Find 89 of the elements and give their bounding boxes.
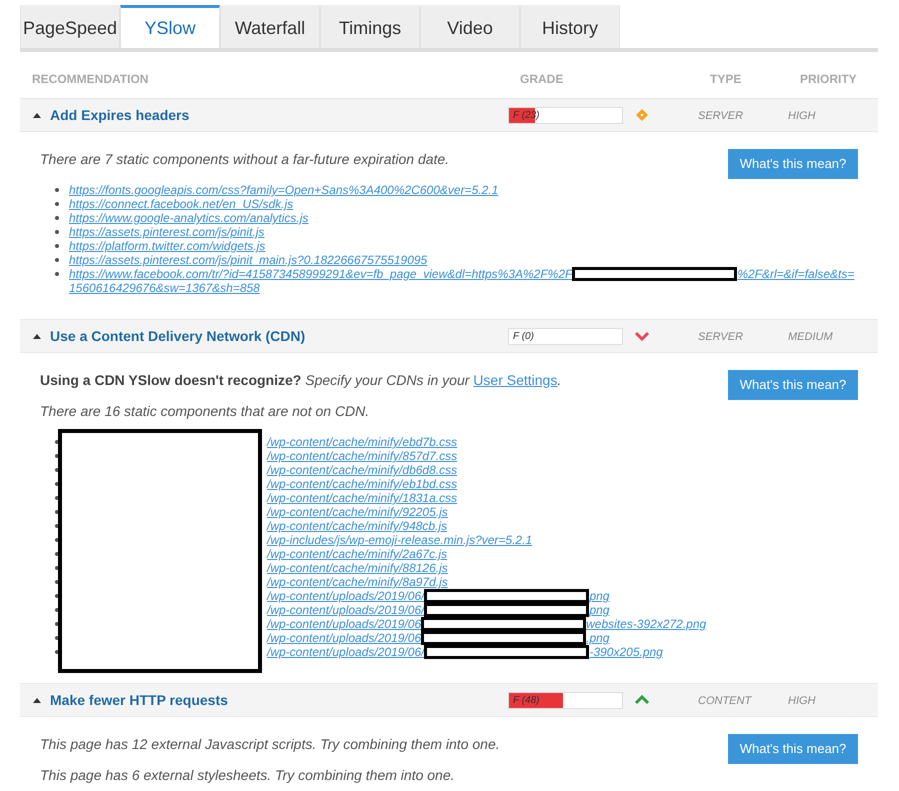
bullet-icon [55,244,59,248]
bullet-icon [55,188,59,192]
bullet-icon [55,622,59,626]
settings-link[interactable]: User Settings [473,372,558,388]
resource-link[interactable]: /wp-content/uploads/2019/06 [267,617,422,631]
resource-link[interactable]: /wp-content/uploads/2019/06/ [267,645,424,659]
priority-label: MEDIUM [788,331,833,343]
resource-link[interactable]: /wp-content/cache/minify/db6d8.css [267,463,458,477]
rule-title[interactable]: Make fewer HTTP requests [50,690,228,710]
column-header: TYPE [710,72,742,86]
bullet-icon [55,552,59,556]
column-header: PRIORITY [800,72,857,86]
resource-link[interactable]: png [589,603,610,617]
bullet-icon [55,202,59,206]
resource-link[interactable]: https://platform.twitter.com/widgets.js [69,239,266,253]
resource-link[interactable]: https://www.google-analytics.com/analytics.js [69,211,308,225]
resource-link[interactable]: png [589,589,610,603]
type-label: SERVER [698,331,744,343]
caret-up-icon[interactable] [32,332,42,340]
resource-link[interactable]: /wp-content/uploads/2019/06/ [267,603,424,617]
resource-link[interactable]: /wp-includes/js/wp-emoji-release.min.js?ver=5.2.1 [267,533,532,547]
description-text: This page has 12 external Javascript scripts. Try combining them into one. [40,735,500,754]
resource-link[interactable]: https://assets.pinterest.com/js/pinit.js [69,225,264,239]
grade-bar: F (0) [508,328,623,344]
bullet-icon [55,230,59,234]
column-header: RECOMMENDATION [32,72,148,86]
bullet-icon [55,538,59,542]
grade-bar: F (48) [508,692,623,708]
resource-link[interactable]: .png [586,631,610,645]
priority-label: HIGH [788,695,816,707]
chevron-down-icon [635,330,649,342]
rule-title[interactable]: Use a Content Delivery Network (CDN) [50,326,306,346]
resource-link[interactable]: 1560616429676&sw=1367&sh=858 [69,281,260,295]
description-text: There are 7 static components without a far-future expiration date. [40,150,450,169]
resource-link[interactable]: /wp-content/uploads/2019/06 [267,631,422,645]
tab[interactable]: Waterfall [220,5,320,48]
resource-link[interactable]: /wp-content/cache/minify/8a97d.js [267,575,448,589]
help-button[interactable]: What's this mean? [728,149,858,179]
resource-link[interactable]: /wp-content/cache/minify/2a67c.js [267,547,448,561]
bullet-icon [55,608,59,612]
caret-up-icon[interactable] [32,696,42,704]
tab[interactable]: Timings [320,5,420,48]
caret-up-icon[interactable] [32,111,42,119]
bullet-icon [55,636,59,640]
tab[interactable]: PageSpeed [20,5,120,48]
description-text: There are 16 static components that are not on CDN. [40,402,370,421]
tab[interactable]: History [520,5,620,48]
bullet-icon [55,258,59,262]
bullet-icon [55,496,59,500]
resource-link[interactable]: /wp-content/cache/minify/1831a.css [267,491,458,505]
bullet-icon [55,482,59,486]
type-label: SERVER [698,110,744,122]
resource-link[interactable]: https://fonts.googleapis.com/css?family=Open+Sans%3A400%2C600&ver=5.2.1 [69,183,498,197]
chevron-up-icon [635,694,649,706]
resource-link[interactable]: /wp-content/cache/minify/948cb.js [267,519,448,533]
resource-link[interactable]: %2F&rl=&if=false&ts= [737,267,854,281]
help-button[interactable]: What's this mean? [728,734,858,764]
bullet-icon [55,510,59,514]
rule-title[interactable]: Add Expires headers [50,104,190,126]
resource-link[interactable]: https://connect.facebook.net/en_US/sdk.js [69,197,294,211]
resource-link[interactable]: /wp-content/cache/minify/857d7.css [267,449,458,463]
diamond-icon [635,109,649,121]
bullet-icon [55,566,59,570]
bullet-icon [55,650,59,654]
column-header: GRADE [520,72,564,86]
priority-label: HIGH [788,110,816,122]
resource-link[interactable]: /wp-content/cache/minify/88126.js [267,561,448,575]
type-label: CONTENT [698,695,752,707]
resource-link[interactable]: /wp-content/cache/minify/92205.js [267,505,448,519]
bullet-icon [55,216,59,220]
resource-link[interactable]: https://www.facebook.com/tr/?id=415873458999291&ev=fb_page_view&dl=https%3A%2F%2F [69,267,572,281]
bullet-icon [55,594,59,598]
bullet-icon [55,272,59,276]
resource-link[interactable]: /wp-content/cache/minify/eb1bd.css [267,477,458,491]
bullet-icon [55,524,59,528]
tab[interactable]: Video [420,5,520,48]
resource-link[interactable]: https://assets.pinterest.com/js/pinit_main.js?0.18226667575519095 [69,253,428,267]
note-text: Using a CDN YSlow doesn't recognize? Specify your CDNs in your User Settings. [40,371,562,390]
bullet-icon [55,440,59,444]
bullet-icon [55,468,59,472]
help-button[interactable]: What's this mean? [728,370,858,400]
bullet-icon [55,454,59,458]
tab[interactable]: YSlow [120,5,220,48]
resource-link[interactable]: -390x205.png [589,645,663,659]
resource-link[interactable]: /wp-content/cache/minify/ebd7b.css [267,435,458,449]
description-text: This page has 6 external stylesheets. Try combining them into one. [40,766,455,785]
resource-link[interactable]: websites-392x272.png [586,617,706,631]
bullet-icon [55,580,59,584]
resource-link[interactable]: /wp-content/uploads/2019/06/ [267,589,424,603]
